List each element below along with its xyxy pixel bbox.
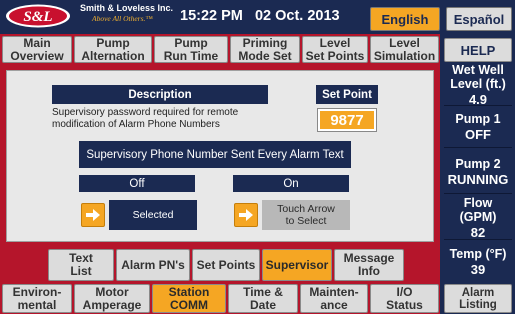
supervisor-settings-panel: Description Set Point Supervisory passwo… [6, 70, 434, 242]
tab-environmental[interactable]: Environ- mental [2, 284, 72, 313]
status-label: Temp (°F) [449, 247, 507, 261]
tab-io-status[interactable]: I/O Status [370, 284, 439, 313]
status-value: OFF [465, 126, 491, 142]
pump-2-status[interactable]: Pump 2 RUNNING [444, 150, 512, 194]
tab-time-date[interactable]: Time & Date [228, 284, 298, 313]
sub-tab-row: Text List Alarm PN's Set Points Supervis… [0, 244, 440, 283]
select-off-arrow-button[interactable] [81, 203, 105, 227]
help-button[interactable]: HELP [444, 38, 512, 62]
tab-motor-amperage[interactable]: Motor Amperage [74, 284, 150, 313]
status-label: Flow (GPM) [459, 195, 497, 224]
clock: 15:22 PM 02 Oct. 2013 [180, 8, 340, 24]
tab-station-comm[interactable]: Station COMM [152, 284, 226, 313]
status-label: Pump 2 [455, 156, 501, 171]
status-value: 82 [470, 224, 486, 240]
setpoint-header: Set Point [316, 85, 378, 104]
tab-set-points[interactable]: Set Points [192, 249, 260, 281]
tab-alarm-pns[interactable]: Alarm PN's [116, 249, 190, 281]
top-bar: S&L Smith & Loveless Inc. Above All Othe… [0, 0, 515, 34]
phone-number-banner: Supervisory Phone Number Sent Every Alar… [79, 141, 351, 168]
status-label: Wet Well Level (ft.) [450, 62, 506, 91]
status-value: 39 [470, 262, 486, 277]
setpoint-value-input[interactable]: 9877 [317, 108, 377, 132]
flow-status[interactable]: Flow (GPM) 82 [444, 196, 512, 240]
company-tagline: Above All Others.™ [92, 14, 153, 23]
bottom-tab-row: Environ- mental Motor Amperage Station C… [0, 283, 440, 314]
arrow-right-icon [239, 209, 253, 221]
top-tab-row: Main Overview Pump Alternation Pump Run … [0, 34, 440, 64]
off-selected-indicator: Selected [109, 200, 197, 230]
select-on-arrow-button[interactable] [234, 203, 258, 227]
description-text: Supervisory password required for remote… [52, 107, 239, 130]
tab-level-simulation[interactable]: Level Simulation [370, 36, 439, 63]
date-display: 02 Oct. 2013 [254, 8, 340, 24]
status-value: 4.9 [468, 91, 488, 107]
logo-text: S&L [23, 9, 52, 25]
content-panel: Description Set Point Supervisory passwo… [0, 64, 440, 244]
pump-1-status[interactable]: Pump 1 OFF [444, 106, 512, 148]
tab-pump-alternation[interactable]: Pump Alternation [74, 36, 152, 63]
on-label: On [233, 175, 349, 192]
time-display: 15:22 PM [180, 8, 243, 24]
tab-message-info[interactable]: Message Info [334, 249, 404, 281]
temperature-status[interactable]: Temp (°F) 39 [444, 242, 512, 282]
off-label: Off [79, 175, 195, 192]
tab-maintenance[interactable]: Mainten- ance [300, 284, 368, 313]
espanol-button[interactable]: Español [446, 7, 512, 31]
tab-pump-run-time[interactable]: Pump Run Time [154, 36, 228, 63]
english-button[interactable]: English [370, 7, 440, 31]
arrow-right-icon [86, 209, 100, 221]
on-touch-arrow-hint: Touch Arrow to Select [262, 200, 350, 230]
alarm-listing-button[interactable]: Alarm Listing [444, 284, 512, 313]
wet-well-level-status[interactable]: Wet Well Level (ft.) 4.9 [444, 62, 512, 107]
tab-text-list[interactable]: Text List [48, 249, 114, 281]
company-logo: S&L [6, 4, 70, 28]
tab-main-overview[interactable]: Main Overview [2, 36, 72, 63]
description-header: Description [52, 85, 268, 104]
status-label: Pump 1 [455, 111, 501, 126]
tab-level-set-points[interactable]: Level Set Points [302, 36, 368, 63]
company-name: Smith & Loveless Inc. [80, 3, 174, 13]
status-value: RUNNING [447, 171, 509, 187]
tab-supervisor[interactable]: Supervisor [262, 249, 332, 281]
tab-priming-mode-set[interactable]: Priming Mode Set [230, 36, 300, 63]
